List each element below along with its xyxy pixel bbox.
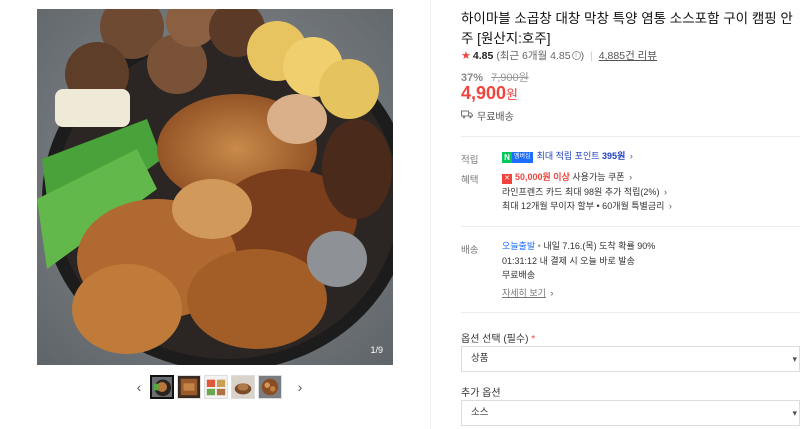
thumbnail-3[interactable]: [204, 375, 228, 399]
points-text: 최대 적립 포인트: [536, 151, 600, 161]
chevron-left-icon[interactable]: ‹: [130, 374, 148, 400]
grilled-offal-photo: 1/9: [37, 9, 393, 365]
points-value: 395원: [602, 151, 626, 161]
shipping-text: 무료배송: [477, 112, 514, 123]
coupon-text: 사용가능 쿠폰: [572, 172, 625, 182]
arrival-text: 내일 7.16.(목) 도착 확률 90%: [543, 241, 656, 251]
truck-icon: [461, 110, 473, 122]
rating-score: 4.85: [472, 49, 494, 62]
delivery-label: 배송: [461, 245, 479, 256]
extra-option-label: 추가 옵션: [461, 388, 501, 399]
dot-separator: •: [537, 241, 541, 251]
divider: [461, 312, 800, 313]
sale-price: 4,900: [461, 83, 507, 103]
chevron-right-icon: ›: [550, 288, 554, 298]
delivery-free-text: 무료배송: [502, 270, 536, 280]
benefit-label: 혜택: [461, 175, 479, 186]
info-icon[interactable]: i: [571, 51, 581, 60]
rating-recent-close: ): [580, 49, 585, 62]
card-text: 라인프렌즈 카드 최대 98원 추가 적립(2%): [502, 187, 660, 197]
points-row[interactable]: N 멤버십 최대 적립 포인트 395원 ›: [502, 148, 633, 164]
chevron-down-icon: ▾: [792, 408, 797, 418]
option-select-label: 옵션 선택 (필수) *: [461, 330, 535, 345]
thumbnail-strip: ‹ ›: [130, 374, 309, 400]
star-icon: ★: [461, 50, 471, 62]
required-mark: *: [531, 334, 536, 345]
main-product-image[interactable]: 1/9: [37, 9, 393, 365]
chevron-right-icon: ›: [629, 172, 633, 182]
product-gallery: 1/9 ‹ ›: [0, 0, 430, 429]
installment-row[interactable]: 최대 12개월 무이자 할부 • 60개월 특별금리 ›: [502, 198, 672, 214]
option-select[interactable]: 상품 ▾: [461, 346, 800, 372]
price-unit: 원: [506, 87, 519, 102]
product-info-panel: 하이마블 소곱창 대창 막창 특양 염통 소스포함 구이 캠핑 안주 [원산지:…: [461, 0, 800, 429]
delivery-detail-link[interactable]: 자세히 보기 ›: [502, 285, 553, 301]
installment-text: 최대 12개월 무이자 할부 • 60개월 특별금리: [502, 201, 665, 211]
extra-option-value: 소스: [471, 407, 489, 418]
thumbnail-1[interactable]: [150, 375, 174, 399]
image-page-counter: 1/9: [370, 345, 383, 355]
panel-divider: [430, 0, 431, 429]
countdown-timer: 01:31:12: [502, 256, 538, 266]
arrival-row: 오늘출발 • 내일 7.16.(목) 도착 확률 90%: [502, 238, 655, 254]
divider: [461, 136, 800, 137]
price-row: 4,900원: [461, 83, 518, 104]
thumbnail-4[interactable]: [231, 375, 255, 399]
chevron-right-icon[interactable]: ›: [291, 374, 309, 400]
countdown-text: 내 결제 시 오늘 바로 발송: [539, 256, 635, 266]
option-label-text: 옵션 선택 (필수): [461, 334, 529, 345]
extra-option-select[interactable]: 소스 ▾: [461, 400, 800, 426]
thumbnail-2[interactable]: [177, 375, 201, 399]
review-count-link[interactable]: 4,885건 리뷰: [599, 48, 657, 63]
points-label: 적립: [461, 155, 479, 166]
today-ship-tag: 오늘출발: [502, 241, 536, 251]
chevron-down-icon: ▾: [792, 354, 797, 364]
chevron-right-icon: ›: [629, 151, 633, 161]
rating-row: ★ 4.85 (최근 6개월 4.85 i ) | 4,885건 리뷰: [461, 48, 657, 63]
coupon-icon: ✕: [502, 174, 512, 184]
thumbnail-5[interactable]: [258, 375, 282, 399]
rating-recent: (최근 6개월 4.85: [496, 50, 571, 62]
coupon-threshold: 50,000원 이상: [515, 172, 570, 182]
option-select-value: 상품: [471, 353, 489, 364]
shipping-row: 무료배송: [461, 108, 514, 123]
product-title: 하이마블 소곱창 대창 막창 특양 염통 소스포함 구이 캠핑 안주 [원산지:…: [461, 11, 793, 46]
rating-separator: |: [590, 49, 593, 62]
chevron-right-icon: ›: [668, 201, 672, 211]
divider: [461, 226, 800, 227]
detail-link-text: 자세히 보기: [502, 288, 546, 298]
coupon-row[interactable]: ✕ 50,000원 이상 사용가능 쿠폰 ›: [502, 169, 632, 185]
naver-membership-badge: N 멤버십: [502, 152, 533, 163]
chevron-right-icon: ›: [663, 187, 667, 197]
